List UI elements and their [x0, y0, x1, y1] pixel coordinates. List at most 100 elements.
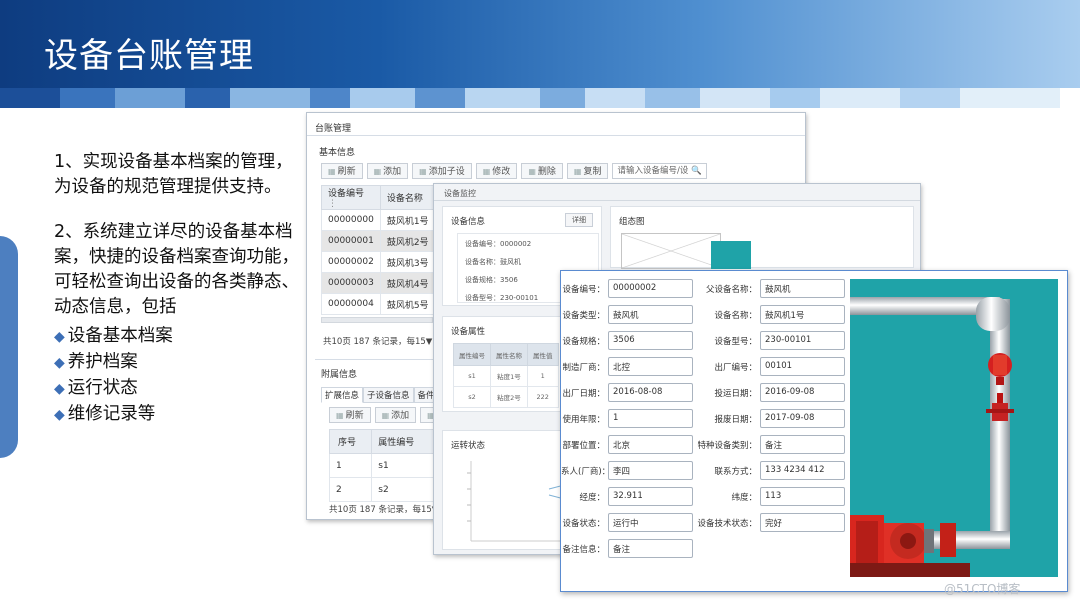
field-label: 父设备名称： — [705, 285, 757, 295]
column-header[interactable]: 属性值 — [527, 343, 559, 366]
field-input[interactable]: 备注 — [760, 435, 845, 454]
diagram-card: 组态图 — [610, 206, 914, 269]
diamond-bullet-icon: ◆ — [54, 329, 65, 345]
diagram-preview — [711, 241, 751, 269]
field-label: 备注信息： — [562, 545, 605, 555]
tab-extended-info[interactable]: 扩展信息 — [321, 387, 364, 403]
field-input[interactable]: 133 4234 412 — [760, 461, 845, 480]
field-input[interactable]: 北控 — [608, 357, 693, 376]
field-label: 设备型号： — [714, 337, 757, 347]
table-row[interactable]: s2 粘度2号 222 — [453, 386, 559, 408]
field-input[interactable]: 113 — [760, 487, 845, 506]
field-input[interactable]: 32.911 — [608, 487, 693, 506]
column-header[interactable]: 属性编号 — [453, 343, 491, 366]
refresh-button[interactable]: 刷新 — [321, 163, 363, 179]
card-title: 组态图 — [619, 217, 645, 227]
field-input[interactable]: 2016-09-08 — [760, 383, 845, 402]
field-input[interactable]: 3506 — [608, 331, 693, 350]
column-header[interactable]: 序号 — [328, 429, 373, 454]
field-label: 设备技术状态： — [697, 519, 757, 529]
field-input[interactable]: 2016-08-08 — [608, 383, 693, 402]
field-input[interactable]: 运行中 — [608, 513, 693, 532]
field-input[interactable]: 00000002 — [608, 279, 693, 298]
field-label: 制造厂商： — [562, 363, 605, 373]
bullet-item: ◆ 设备基本档案 — [54, 326, 173, 346]
add-child-button[interactable]: 添加子设 — [412, 163, 472, 179]
section-title: 附属信息 — [321, 370, 358, 380]
detail-button[interactable]: 详细 — [565, 213, 593, 227]
pager[interactable]: 共10页 187 条记录，每15▼ 示 — [323, 335, 444, 347]
equipment-table: 设备编号 ⋮ 设备名称 00000000 鼓风机1号 00000001 鼓风机2号 … — [321, 185, 436, 315]
field-input[interactable]: 完好 — [760, 513, 845, 532]
edit-button[interactable]: 修改 — [475, 163, 518, 179]
add-button[interactable]: 添加 — [374, 407, 417, 423]
horizontal-scrollbar[interactable] — [321, 317, 433, 323]
table-row[interactable]: 00000000 鼓风机1号 — [321, 209, 436, 231]
bullet-item: ◆ 运行状态 — [54, 378, 138, 398]
copy-button[interactable]: 复制 — [566, 163, 609, 179]
pump-valve — [940, 523, 956, 557]
field-input[interactable]: 2017-09-08 — [760, 409, 845, 428]
table-row[interactable]: 1 s1 — [328, 453, 435, 478]
field-label: 纬度： — [731, 493, 757, 503]
field-input[interactable]: 李四 — [608, 461, 693, 480]
column-header[interactable]: 属性编号 — [371, 429, 435, 454]
column-header[interactable]: 设备名称 — [379, 185, 436, 210]
column-header[interactable]: 属性名称 — [490, 343, 528, 366]
field-label: 出厂日期： — [562, 389, 605, 399]
delete-button[interactable]: 删除 — [521, 163, 563, 179]
diagram-placeholder-icon — [621, 233, 721, 269]
info-line: 设备名称：鼓风机 — [465, 258, 521, 266]
field-input[interactable]: 1 — [608, 409, 693, 428]
bullet-item: ◆ 维修记录等 — [54, 404, 156, 424]
field-label: 设备状态： — [562, 519, 605, 529]
tab-child-devices[interactable]: 子设备信息 — [363, 387, 414, 403]
table-row[interactable]: 00000002 鼓风机3号 — [321, 251, 436, 273]
table-row[interactable]: s1 粘度1号 1 — [453, 365, 559, 387]
divider — [307, 135, 805, 136]
column-menu-icon[interactable]: ⋮ — [328, 199, 337, 209]
column-header[interactable]: 设备编号 ⋮ — [321, 185, 381, 210]
table-row[interactable]: 00000001 鼓风机2号 — [321, 230, 436, 252]
field-label: 设备规格： — [562, 337, 605, 347]
field-label: 系人(厂商)： — [561, 467, 611, 477]
equipment-detail-window: 设备编号： 00000002 设备类型： 鼓风机 设备规格： 3506 制造厂商： 北控 出厂日… — [560, 270, 1068, 592]
pager[interactable]: 共10页 187 条记录，每15▼ 示 — [329, 503, 450, 515]
search-icon[interactable]: 🔍 — [691, 166, 702, 176]
watermark: @51CTO博客 — [944, 582, 1021, 596]
field-label: 出厂编号： — [714, 363, 757, 373]
section-title: 基本信息 — [319, 148, 356, 158]
decorative-strip — [0, 88, 1080, 108]
pipe-diagram — [850, 279, 1058, 577]
field-input[interactable]: 北京 — [608, 435, 693, 454]
card-title: 设备属性 — [451, 327, 486, 337]
field-label: 特种设备类别： — [697, 441, 757, 451]
refresh-button[interactable]: 刷新 — [329, 407, 371, 423]
window-title: 设备监控 — [444, 189, 476, 198]
pipe-diagram-svg — [850, 297, 1014, 577]
add-button[interactable]: 添加 — [366, 163, 409, 179]
field-input[interactable]: 00101 — [760, 357, 845, 376]
table-row[interactable]: 2 s2 — [328, 477, 435, 502]
field-input[interactable]: 鼓风机 — [760, 279, 845, 298]
field-label: 设备类型： — [562, 311, 605, 321]
field-label: 设备编号： — [562, 285, 605, 295]
field-label: 使用年限： — [562, 415, 605, 425]
field-input[interactable]: 鼓风机1号 — [760, 305, 845, 324]
diamond-bullet-icon: ◆ — [54, 381, 65, 397]
field-input[interactable]: 备注 — [608, 539, 693, 558]
bullet-item: ◆ 养护档案 — [54, 352, 138, 372]
field-label: 联系方式： — [714, 467, 757, 477]
info-line: 设备编号：0000002 — [465, 240, 532, 248]
table-row[interactable]: 00000004 鼓风机5号 — [321, 293, 436, 315]
window-title: 台账管理 — [315, 124, 352, 134]
slide-title: 设备台账管理 — [44, 36, 254, 76]
search-input[interactable]: 请输入设备编号/设 🔍 — [612, 163, 707, 179]
table-row[interactable]: 00000003 鼓风机4号 — [321, 272, 436, 294]
field-input[interactable]: 230-00101 — [760, 331, 845, 350]
attribute-table: 序号 属性编号 1 s1 2 s2 — [328, 429, 435, 502]
field-input[interactable]: 鼓风机 — [608, 305, 693, 324]
field-label: 设备名称： — [714, 311, 757, 321]
diamond-bullet-icon: ◆ — [54, 407, 65, 423]
slide-body: 1、实现设备基本档案的管理，为设备的规范管理提供支持。 2、系统建立详尽的设备基… — [54, 150, 304, 428]
